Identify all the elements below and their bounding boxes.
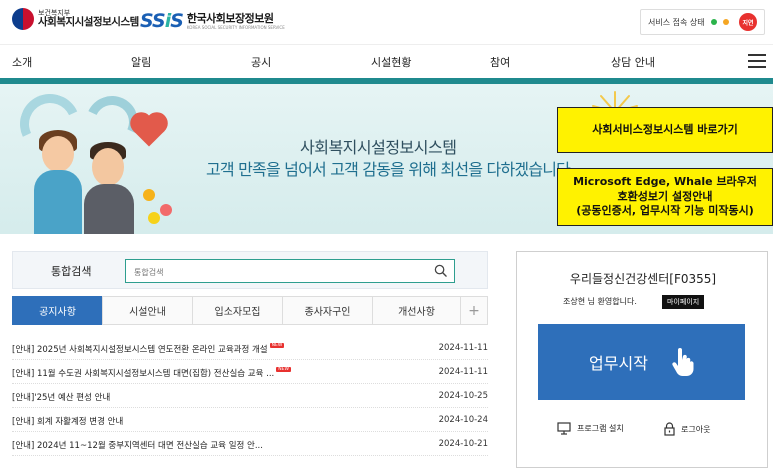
tab-resident-recruitment[interactable]: 입소자모집 — [192, 296, 282, 325]
man-illustration — [92, 148, 124, 186]
main-nav: 소개 알림 공시 시설현황 참여 상담 안내 — [0, 44, 773, 78]
notice-title: [안내] 회계 자활계정 변경 안내 — [12, 417, 124, 427]
woman-illustration — [42, 136, 74, 172]
status-normal-dot — [710, 19, 717, 25]
notice-date: 2024-10-21 — [438, 439, 488, 449]
ministry-system-name: 사회복지시설정보시스템 — [38, 16, 139, 29]
flower-icon — [143, 189, 155, 201]
tab-improvements[interactable]: 개선사항 — [372, 296, 460, 325]
list-item[interactable]: [안내] 11월 수도권 사회복지시설정보시스템 대면(집합) 전산실습 교육 … — [12, 361, 488, 384]
heart-icon — [133, 115, 165, 147]
edge-guide-line-1: Microsoft Edge, Whale 브라우저 — [573, 174, 757, 188]
status-warning-dot — [722, 19, 729, 25]
user-panel: 우리들정신건강센터[F0355] 조상현 님 환영합니다. 마이페이지 업무시작… — [516, 251, 768, 468]
new-badge: NEW — [269, 343, 285, 348]
search-input[interactable] — [126, 261, 426, 284]
tab-staff-recruitment[interactable]: 종사자구인 — [282, 296, 372, 325]
start-work-label: 업무시작 — [589, 354, 648, 373]
nav-item-facilities[interactable]: 시설현황 — [371, 54, 411, 70]
ministry-logo[interactable]: 보건복지부 사회복지시설정보시스템 — [12, 8, 139, 30]
notice-date: 2024-10-24 — [438, 415, 488, 425]
program-install-button[interactable]: 프로그램 설치 — [557, 422, 624, 435]
more-button[interactable]: + — [460, 296, 488, 325]
board-tabs: 공지사항 시설안내 입소자모집 종사자구인 개선사항 + — [12, 296, 488, 325]
agency-english-name: KOREA SOCIAL SECURITY INFORMATION SERVIC… — [186, 24, 285, 30]
notice-title: [안내]'25년 예산 편성 안내 — [12, 393, 111, 403]
start-work-button[interactable]: 업무시작 — [538, 324, 745, 400]
header: 보건복지부 사회복지시설정보시스템 SSiS 한국사회보장정보원 KOREA S… — [0, 0, 773, 44]
search-box — [125, 259, 455, 284]
logout-label: 로그아웃 — [681, 424, 711, 434]
man-body — [84, 184, 134, 234]
integrated-search-panel: 통합검색 — [12, 251, 488, 289]
agency-name: 한국사회보장정보원 — [186, 11, 274, 25]
list-item[interactable]: [안내]'25년 예산 편성 안내 2024-10-25 — [12, 385, 488, 408]
nav-item-disclosure[interactable]: 공시 — [251, 54, 271, 70]
notice-title: [안내] 11월 수도권 사회복지시설정보시스템 대면(집합) 전산실습 교육 … — [12, 369, 275, 379]
social-service-system-link-button[interactable]: 사회서비스정보시스템 바로가기 — [557, 107, 773, 153]
flower-icon — [160, 204, 172, 216]
service-status-label: 서비스 접속 상태 — [648, 17, 705, 27]
pointing-hand-icon — [672, 348, 694, 376]
banner-title: 사회복지시설정보시스템 — [300, 138, 457, 157]
mypage-button[interactable]: 마이페이지 — [662, 295, 705, 309]
banner-slogan: 고객 만족을 넘어서 고객 감동을 위해 최선을 다하겠습니다 — [206, 160, 571, 179]
status-badge: 지연 — [739, 13, 757, 31]
hamburger-icon[interactable] — [748, 54, 766, 68]
welcome-message: 조상현 님 환영합니다. — [563, 297, 637, 306]
woman-body — [34, 170, 82, 234]
center-name: 우리들정신건강센터[F0355] — [569, 272, 717, 286]
new-badge: NEW — [276, 367, 291, 372]
government-emblem-icon — [12, 8, 34, 30]
notice-title: [안내] 2024년 11~12월 중부지역센터 대면 전산실습 교육 일정 안… — [12, 441, 263, 451]
list-item[interactable]: [안내] 2024년 11~12월 중부지역센터 대면 전산실습 교육 일정 안… — [12, 433, 488, 456]
notice-title: [안내] 2025년 사회복지시설정보시스템 연도전환 온라인 교육과정 개설 — [12, 345, 268, 355]
notice-date: 2024-11-11 — [438, 343, 488, 353]
edge-guide-line-2: 호환성보기 설정안내 — [617, 189, 713, 203]
service-status-box: 서비스 접속 상태 지연 — [640, 9, 765, 35]
program-install-label: 프로그램 설치 — [577, 424, 624, 433]
logout-button[interactable]: 로그아웃 — [664, 422, 710, 436]
flower-icon — [148, 212, 160, 224]
ssis-logo: SSiS — [140, 10, 184, 32]
notice-date: 2024-10-25 — [438, 391, 488, 401]
nav-item-consultation[interactable]: 상담 안내 — [611, 54, 655, 70]
monitor-icon — [557, 422, 571, 435]
nav-item-participation[interactable]: 참여 — [490, 54, 510, 70]
browser-compatibility-guide-button[interactable]: Microsoft Edge, Whale 브라우저 호환성보기 설정안내 (공… — [557, 168, 773, 226]
list-item[interactable]: [안내] 회계 자활계정 변경 안내 2024-10-24 — [12, 409, 488, 432]
nav-item-intro[interactable]: 소개 — [12, 54, 32, 70]
search-icon[interactable] — [434, 264, 447, 277]
notice-date: 2024-11-11 — [438, 367, 488, 377]
edge-guide-line-3: (공동인증서, 업무시작 기능 미작동시) — [576, 204, 754, 218]
lock-icon — [664, 422, 675, 436]
tab-facility-info[interactable]: 시설안내 — [102, 296, 192, 325]
list-item[interactable]: [안내] 2025년 사회복지시설정보시스템 연도전환 온라인 교육과정 개설 N… — [12, 337, 488, 360]
agency-logo[interactable]: SSiS 한국사회보장정보원 KOREA SOCIAL SECURITY INF… — [140, 10, 285, 32]
nav-item-notice[interactable]: 알림 — [131, 54, 151, 70]
search-label: 통합검색 — [51, 265, 92, 278]
tab-notices[interactable]: 공지사항 — [12, 296, 102, 325]
